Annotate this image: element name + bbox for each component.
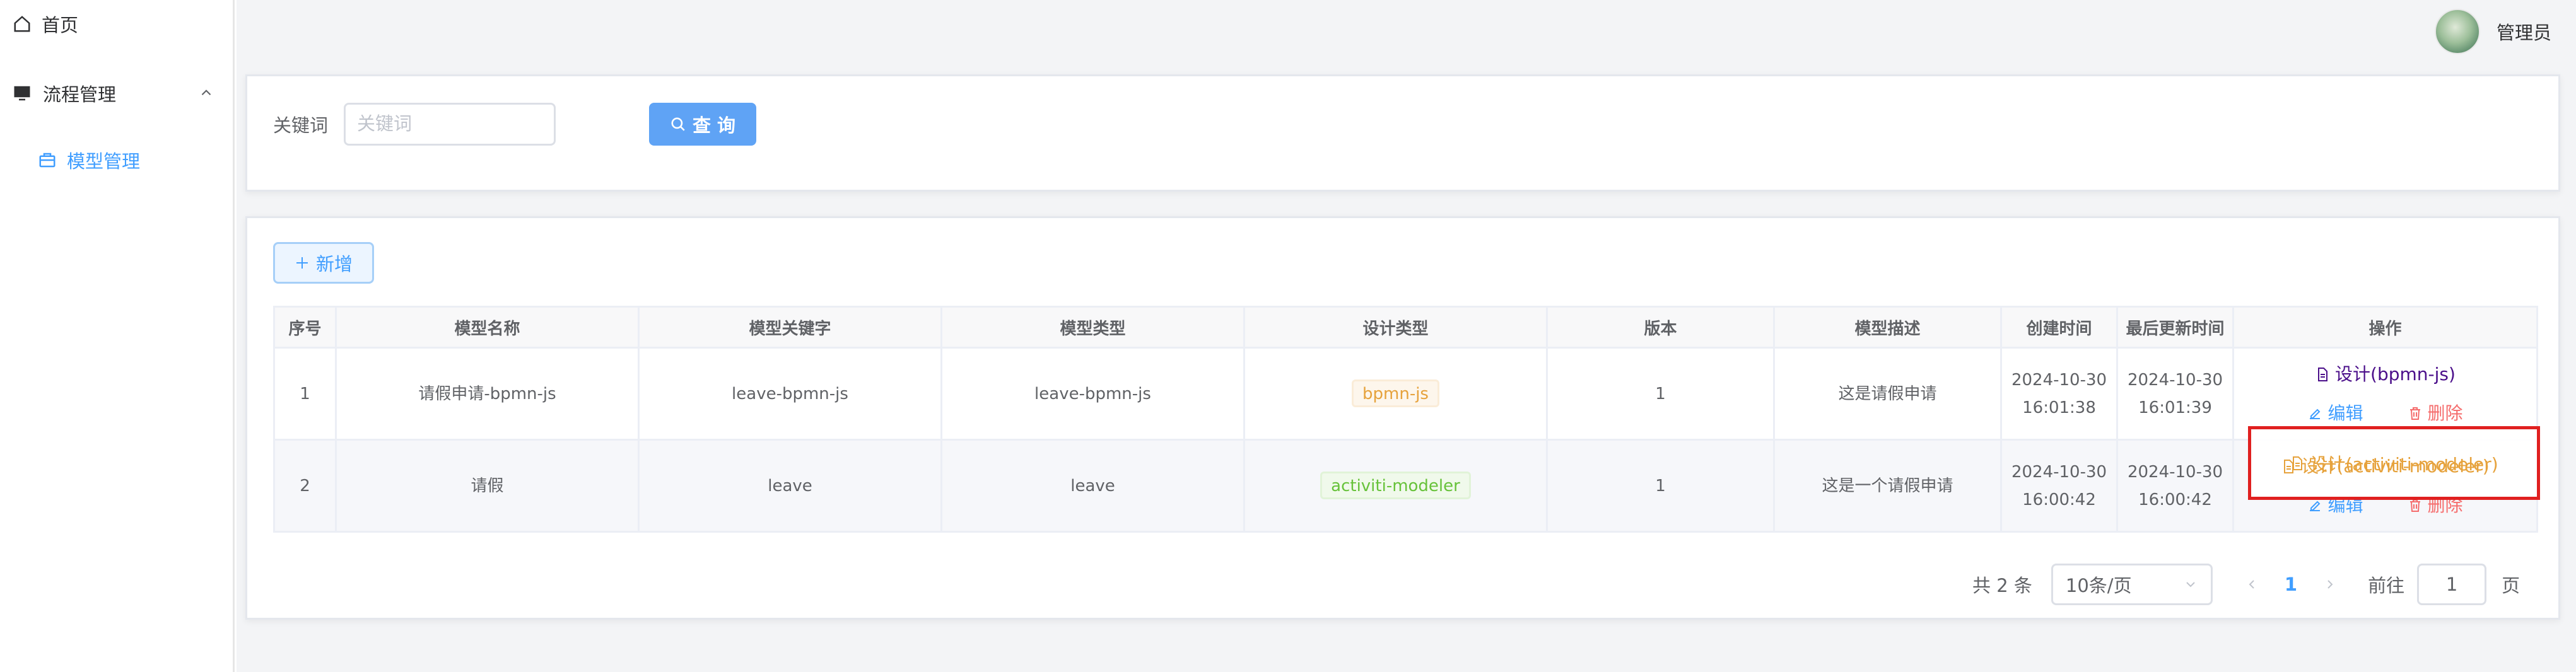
main-content: 管理员 关键词 查 询 新增 序号 模 bbox=[237, 0, 2576, 672]
column-header: 模型描述 bbox=[1773, 306, 2002, 349]
pagination: 共 2 条 10条/页 1 前往 页 bbox=[1972, 563, 2520, 606]
column-header: 创建时间 bbox=[2000, 306, 2118, 349]
page-size-select[interactable]: 10条/页 bbox=[2051, 564, 2213, 605]
column-header: 最后更新时间 bbox=[2116, 306, 2234, 349]
created-date: 2024-10-30 bbox=[2011, 462, 2107, 482]
design-link[interactable]: 设计(activiti-modeler) bbox=[2281, 453, 2490, 480]
sidebar-group-process[interactable]: 流程管理 bbox=[13, 79, 214, 107]
query-button[interactable]: 查 询 bbox=[649, 103, 756, 146]
chevron-down-icon bbox=[2183, 577, 2198, 592]
cell-design-type: activiti-modeler bbox=[1243, 439, 1548, 533]
edit-icon bbox=[2307, 406, 2322, 421]
table-panel: 新增 序号 模型名称 模型关键字 模型类型 设计类型 版本 模型描述 创建时间 … bbox=[245, 216, 2560, 620]
query-button-label: 查 询 bbox=[692, 115, 736, 136]
table-row: 1 请假申请-bpmn-js leave-bpmn-js leave-bpmn-… bbox=[273, 347, 2538, 441]
goto-page-input[interactable] bbox=[2417, 564, 2487, 605]
cell-created: 2024-10-30 16:00:42 bbox=[2000, 439, 2118, 533]
trash-icon bbox=[2408, 498, 2423, 513]
sidebar-group-label: 流程管理 bbox=[43, 84, 117, 105]
created-date: 2024-10-30 bbox=[2011, 370, 2107, 390]
design-link[interactable]: 设计(bpmn-js) bbox=[2315, 361, 2456, 388]
total-count: 共 2 条 bbox=[1972, 575, 2032, 596]
briefcase-icon bbox=[38, 151, 57, 170]
page-number-current[interactable]: 1 bbox=[2285, 574, 2297, 595]
design-type-tag: activiti-modeler bbox=[1320, 472, 1471, 499]
goto-label: 前往 bbox=[2368, 575, 2405, 596]
cell-version: 1 bbox=[1546, 347, 1775, 441]
cell-updated: 2024-10-30 16:00:42 bbox=[2116, 439, 2234, 533]
keyword-input[interactable] bbox=[344, 103, 556, 146]
search-panel: 关键词 查 询 bbox=[245, 74, 2560, 192]
delete-link[interactable]: 删除 bbox=[2408, 400, 2463, 427]
sidebar-item-label: 首页 bbox=[42, 14, 79, 36]
column-header: 模型关键字 bbox=[638, 306, 942, 349]
cell-type: leave bbox=[940, 439, 1245, 533]
cell-index: 2 bbox=[273, 439, 337, 533]
edit-link[interactable]: 编辑 bbox=[2307, 400, 2363, 427]
cell-name: 请假 bbox=[335, 439, 640, 533]
updated-time: 16:01:39 bbox=[2138, 398, 2212, 417]
updated-date: 2024-10-30 bbox=[2127, 462, 2223, 482]
created-time: 16:00:42 bbox=[2022, 490, 2096, 509]
document-icon bbox=[2315, 367, 2330, 382]
home-icon bbox=[13, 14, 32, 33]
column-header: 序号 bbox=[273, 306, 337, 349]
sidebar-item-model-management[interactable]: 模型管理 bbox=[38, 146, 140, 174]
cell-updated: 2024-10-30 16:01:39 bbox=[2116, 347, 2234, 441]
model-table: 序号 模型名称 模型关键字 模型类型 设计类型 版本 模型描述 创建时间 最后更… bbox=[273, 306, 2538, 533]
design-type-tag: bpmn-js bbox=[1352, 379, 1439, 407]
design-link-label: 设计(activiti-modeler) bbox=[2301, 455, 2490, 477]
cell-type: leave-bpmn-js bbox=[940, 347, 1245, 441]
prev-page-icon[interactable] bbox=[2244, 577, 2259, 592]
cell-description: 这是一个请假申请 bbox=[1773, 439, 2002, 533]
cell-created: 2024-10-30 16:01:38 bbox=[2000, 347, 2118, 441]
next-page-icon[interactable] bbox=[2322, 577, 2338, 592]
document-icon bbox=[2281, 459, 2296, 474]
add-button[interactable]: 新增 bbox=[273, 242, 374, 284]
user-name: 管理员 bbox=[2497, 22, 2552, 43]
cell-version: 1 bbox=[1546, 439, 1775, 533]
column-header: 操作 bbox=[2232, 306, 2538, 349]
sidebar-item-home[interactable]: 首页 bbox=[13, 10, 78, 38]
sidebar-item-label: 模型管理 bbox=[67, 151, 141, 172]
design-link-label: 设计(bpmn-js) bbox=[2335, 363, 2456, 385]
updated-date: 2024-10-30 bbox=[2127, 370, 2223, 390]
plus-icon bbox=[295, 255, 310, 270]
updated-time: 16:00:42 bbox=[2138, 490, 2212, 509]
keyword-label: 关键词 bbox=[273, 115, 329, 136]
search-icon bbox=[670, 116, 686, 132]
cell-index: 1 bbox=[273, 347, 337, 441]
cell-description: 这是请假申请 bbox=[1773, 347, 2002, 441]
cell-key: leave-bpmn-js bbox=[638, 347, 942, 441]
page-suffix: 页 bbox=[2502, 575, 2520, 596]
cell-name: 请假申请-bpmn-js bbox=[335, 347, 640, 441]
column-header: 模型名称 bbox=[335, 306, 640, 349]
add-button-label: 新增 bbox=[315, 253, 353, 275]
cell-design-type: bpmn-js bbox=[1243, 347, 1548, 441]
chevron-up-icon bbox=[198, 84, 214, 101]
sidebar: 首页 流程管理 模型管理 bbox=[0, 0, 235, 672]
page-size-value: 10条/页 bbox=[2065, 575, 2132, 596]
edit-icon bbox=[2307, 498, 2322, 513]
cell-key: leave bbox=[638, 439, 942, 533]
monitor-icon bbox=[13, 84, 32, 103]
user-menu[interactable]: 管理员 bbox=[2435, 9, 2551, 54]
table-row: 2 请假 leave leave activiti-modeler 1 这是一个… bbox=[273, 439, 2538, 533]
column-header: 版本 bbox=[1546, 306, 1775, 349]
column-header: 模型类型 bbox=[940, 306, 1245, 349]
column-header: 设计类型 bbox=[1243, 306, 1548, 349]
created-time: 16:01:38 bbox=[2022, 398, 2096, 417]
table-header-row: 序号 模型名称 模型关键字 模型类型 设计类型 版本 模型描述 创建时间 最后更… bbox=[273, 306, 2538, 349]
trash-icon bbox=[2408, 406, 2423, 421]
delete-link-label: 删除 bbox=[2427, 402, 2463, 424]
edit-link-label: 编辑 bbox=[2327, 402, 2363, 424]
avatar bbox=[2435, 9, 2480, 54]
